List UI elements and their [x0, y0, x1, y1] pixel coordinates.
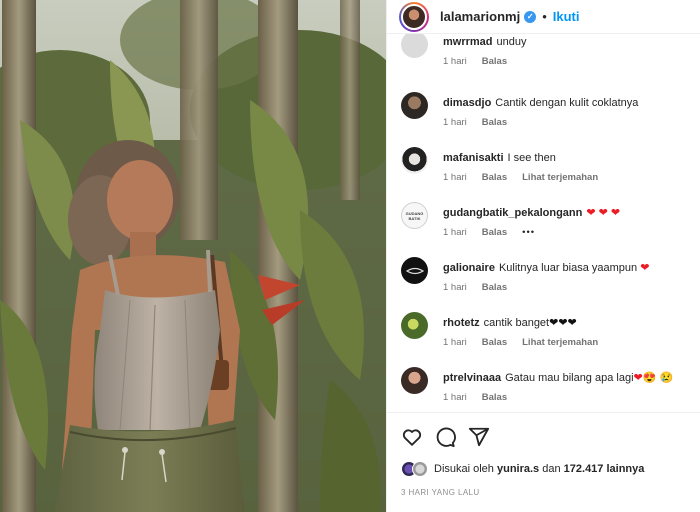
comment-item: mafanisakti I see then 1 hari Balas Lihat t… — [401, 147, 691, 197]
photo-illustration — [0, 0, 386, 512]
likes-count[interactable]: 172.417 — [564, 463, 604, 475]
comment-time[interactable]: 1 hari — [443, 172, 467, 183]
comment-username[interactable]: dimasdjo — [443, 97, 491, 109]
post-photo — [0, 0, 386, 512]
comment-time[interactable]: 1 hari — [443, 392, 467, 403]
comment-username[interactable]: mafanisakti — [443, 152, 504, 164]
comment-username[interactable]: ptrelvinaaa — [443, 372, 501, 384]
galionaire-logo-icon — [405, 267, 424, 274]
post-header: lalamarionmj ✓ • Ikuti — [387, 0, 700, 34]
comment-item: dimasdjo Cantik dengan kulit coklatnya 1 … — [401, 92, 691, 142]
likes-prefix: Disukai oleh — [434, 463, 494, 475]
red-hearts-emoji: ❤ ❤ ❤ — [586, 207, 621, 219]
comment-avatar[interactable] — [401, 257, 428, 284]
comment-time[interactable]: 1 hari — [443, 282, 467, 293]
comment-avatar[interactable] — [401, 147, 428, 174]
comment-username[interactable]: rhotetz — [443, 317, 480, 329]
more-options-icon[interactable]: ••• — [522, 227, 535, 238]
comment-time[interactable]: 1 hari — [443, 227, 467, 238]
comment-avatar[interactable] — [401, 367, 428, 394]
comment-text: cantik banget — [483, 317, 550, 329]
comment-icon[interactable] — [434, 426, 456, 448]
reply-button[interactable]: Balas — [482, 56, 507, 67]
see-translation-link[interactable]: Lihat terjemahan — [522, 172, 598, 183]
comment-time[interactable]: 1 hari — [443, 117, 467, 128]
red-heart-emoji: ❤ — [640, 262, 650, 274]
likes-summary: Disukai oleh yunira.s dan 172.417 lainny… — [401, 461, 644, 477]
comment-text: unduy — [496, 36, 527, 48]
header-separator: • — [542, 9, 547, 24]
black-hearts-emoji: ❤❤❤ — [549, 317, 577, 329]
liker-avatar[interactable] — [412, 461, 428, 477]
comment-list[interactable]: mwrrmad unduy 1 hari Balas dimasdjo Cantik … — [387, 34, 700, 412]
comment-item: ptrelvinaaa Gatau mau bilang apa lagi❤😍 😢… — [401, 367, 691, 412]
reply-button[interactable]: Balas — [482, 227, 507, 238]
see-translation-link[interactable]: Lihat terjemahan — [522, 337, 598, 348]
comment-item: rhotetz cantik banget❤❤❤ 1 hari Balas Lihat… — [401, 312, 691, 362]
gudang-batik-logo: GUDANG BATIK — [405, 210, 424, 221]
reply-button[interactable]: Balas — [482, 392, 507, 403]
comment-username[interactable]: gudangbatik_pekalongann — [443, 207, 582, 219]
follow-button[interactable]: Ikuti — [553, 9, 580, 24]
comment-text: Kulitnya luar biasa yaampun — [498, 262, 638, 274]
comment-avatar[interactable] — [401, 34, 428, 58]
comment-item: galionaire Kulitnya luar biasa yaampun ❤ … — [401, 257, 691, 307]
red-heart-emoji: ❤ — [633, 372, 643, 384]
comment-text: Cantik dengan kulit coklatnya — [495, 97, 639, 109]
author-username[interactable]: lalamarionmj — [440, 9, 520, 24]
post-side-panel: lalamarionmj ✓ • Ikuti mwrrmad unduy 1 ha… — [386, 0, 700, 512]
verified-badge-icon: ✓ — [524, 10, 537, 23]
comment-item: GUDANG BATIK gudangbatik_pekalongann ❤ ❤ … — [401, 202, 691, 252]
comment-username[interactable]: galionaire — [443, 262, 495, 274]
likes-suffix[interactable]: lainnya — [606, 463, 644, 475]
comment-avatar[interactable] — [401, 312, 428, 339]
likes-and: dan — [542, 463, 561, 475]
comment-text: I see then — [507, 152, 556, 164]
share-icon[interactable] — [468, 426, 490, 448]
comment-avatar[interactable]: GUDANG BATIK — [401, 202, 428, 229]
reply-button[interactable]: Balas — [482, 172, 507, 183]
reply-button[interactable]: Balas — [482, 337, 507, 348]
comment-text: Gatau mau bilang apa lagi — [505, 372, 634, 384]
post-actions: Disukai oleh yunira.s dan 172.417 lainny… — [387, 412, 700, 512]
post-date[interactable]: 3 HARI YANG LALU — [401, 488, 480, 497]
comment-time[interactable]: 1 hari — [443, 337, 467, 348]
reply-button[interactable]: Balas — [482, 117, 507, 128]
comment-username[interactable]: mwrrmad — [443, 36, 493, 48]
heart-icon[interactable] — [401, 426, 423, 448]
comment-time[interactable]: 1 hari — [443, 56, 467, 67]
liker-username[interactable]: yunira.s — [497, 463, 539, 475]
reply-button[interactable]: Balas — [482, 282, 507, 293]
extra-emojis: 😍 😢 — [642, 372, 674, 384]
comment-avatar[interactable] — [401, 92, 428, 119]
author-avatar[interactable] — [399, 1, 429, 32]
comment-item: mwrrmad unduy 1 hari Balas — [401, 34, 691, 81]
